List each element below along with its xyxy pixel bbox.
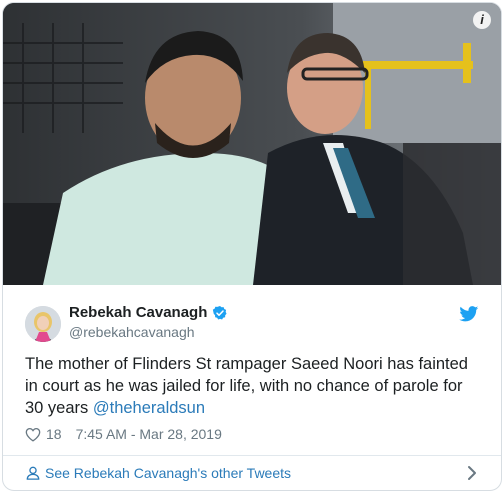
- tweet-footer[interactable]: See Rebekah Cavanagh's other Tweets: [3, 456, 501, 490]
- verified-badge-icon: [213, 305, 227, 320]
- tweet-photo[interactable]: i: [3, 3, 501, 285]
- tweet-text: The mother of Flinders St rampager Saeed…: [25, 353, 485, 419]
- see-other-tweets-link[interactable]: See Rebekah Cavanagh's other Tweets: [45, 465, 291, 481]
- tweet-timestamp[interactable]: 7:45 AM - Mar 28, 2019: [76, 426, 222, 442]
- heart-icon[interactable]: [25, 427, 41, 442]
- author-name[interactable]: Rebekah Cavanagh: [69, 304, 207, 321]
- avatar-image: [25, 306, 61, 342]
- tweet-text-body: The mother of Flinders St rampager Saeed…: [25, 355, 468, 417]
- chevron-right-icon[interactable]: [467, 465, 477, 481]
- author-handle[interactable]: @rebekahcavanagh: [69, 324, 195, 340]
- person-icon: [26, 466, 40, 480]
- tweet-meta: 18 7:45 AM - Mar 28, 2019: [25, 426, 222, 442]
- twitter-bird-icon[interactable]: [459, 306, 479, 322]
- like-count[interactable]: 18: [46, 426, 62, 442]
- author-avatar[interactable]: [25, 306, 61, 342]
- tweet-header: Rebekah Cavanagh @rebekahcavanagh: [3, 286, 501, 346]
- author-name-row: Rebekah Cavanagh: [69, 304, 228, 321]
- media-info-icon[interactable]: i: [473, 11, 491, 29]
- embedded-tweet-card: i Rebekah Cavanagh @rebekahcavanagh The …: [2, 2, 502, 491]
- mention-link[interactable]: @theheraldsun: [93, 399, 205, 417]
- tweet-photo-image: [3, 3, 501, 285]
